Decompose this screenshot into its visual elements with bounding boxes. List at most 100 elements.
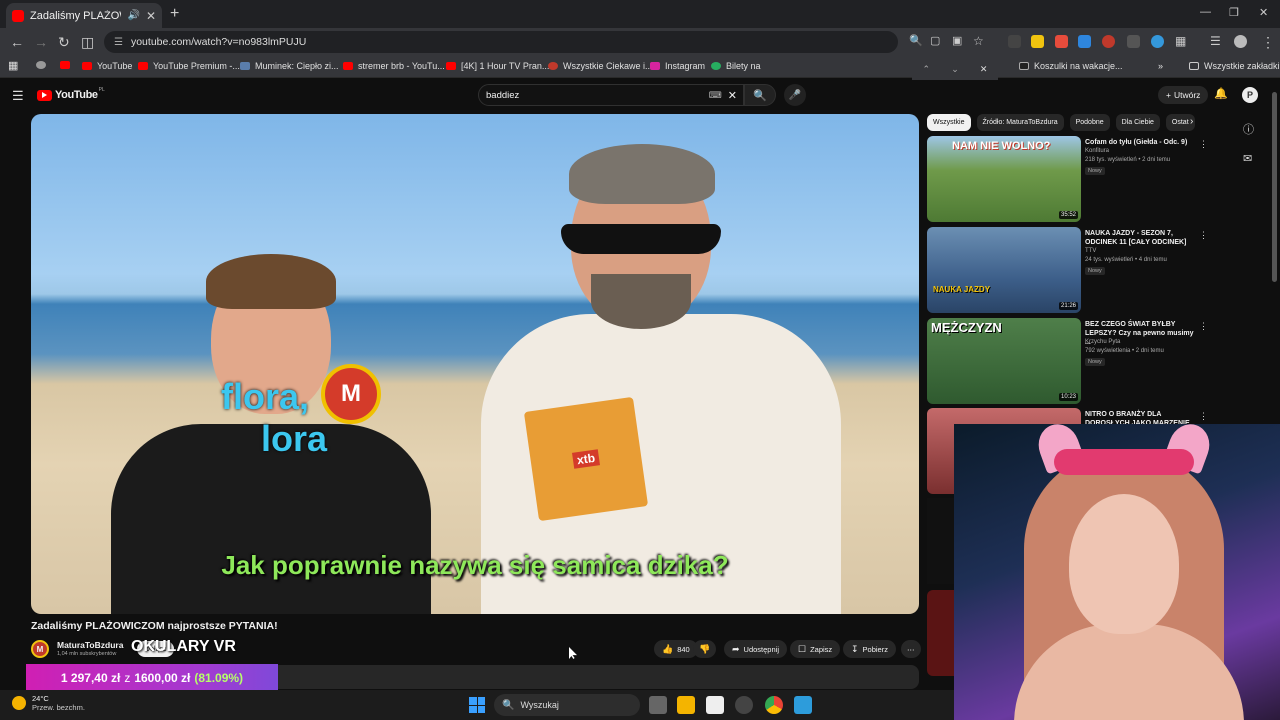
search-input[interactable]: baddiez ⌨ ✕	[478, 84, 744, 106]
extension-icon[interactable]	[1031, 35, 1044, 48]
chat-icon[interactable]: ✉	[1243, 152, 1252, 165]
bookmark-star-icon[interactable]: ☆	[973, 34, 984, 48]
bookmark-item[interactable]	[36, 61, 51, 69]
taskbar-search[interactable]: 🔍 Wyszukaj	[494, 694, 640, 716]
account-avatar[interactable]: P	[1242, 87, 1258, 103]
sun-icon	[12, 696, 26, 710]
more-vertical-icon[interactable]: ⋮	[1199, 230, 1208, 241]
create-button[interactable]: + Utwórz	[1158, 86, 1209, 104]
reload-icon[interactable]: ↻	[58, 34, 70, 51]
keyboard-icon[interactable]: ⌨	[709, 90, 722, 101]
recommended-video[interactable]: MĘŻCZYZN 10:23 BEZ CZEGO ŚWIAT BYŁBY LEP…	[927, 318, 1217, 406]
more-bookmarks-icon[interactable]: »	[1158, 61, 1163, 71]
address-bar[interactable]: ☰ youtube.com/watch?v=no983lmPUJU	[104, 31, 898, 53]
recommended-video[interactable]: NAUKA JAZDY 21:26 NAUKA JAZDY - SEZON 7,…	[927, 227, 1217, 315]
extension-icon[interactable]	[1151, 35, 1164, 48]
extension-icon[interactable]	[1078, 35, 1091, 48]
channel-name[interactable]: MaturaToBzdura	[57, 640, 123, 650]
profile-avatar-icon[interactable]	[1234, 35, 1247, 48]
close-tab-icon[interactable]: ✕	[146, 9, 156, 23]
save-button[interactable]: ☐ Zapisz	[790, 640, 841, 658]
bookmark-youtube-premium[interactable]: YouTube Premium -...	[138, 61, 240, 71]
search-button[interactable]: 🔍	[744, 84, 776, 106]
back-icon[interactable]: ←	[10, 34, 24, 50]
download-button[interactable]: ↧ Pobierz	[843, 640, 896, 658]
video-thumbnail[interactable]: NAUKA JAZDY 21:26	[927, 227, 1081, 313]
video-thumbnail[interactable]: MĘŻCZYZN 10:23	[927, 318, 1081, 404]
bookmark-instagram[interactable]: Instagram	[650, 61, 705, 71]
browser-tab-strip: Zadaliśmy PLAŻOWICZOM 🔊 ✕ + — ❐ ✕	[0, 0, 1280, 28]
channel-avatar[interactable]: M	[31, 640, 49, 658]
maximize-icon[interactable]: ❐	[1229, 6, 1239, 19]
bookmark-ciekawe[interactable]: Wszystkie Ciekawe i...	[548, 61, 653, 71]
share-button[interactable]: ➦ Udostępnij	[724, 640, 787, 658]
extension-icon[interactable]	[1055, 35, 1068, 48]
recommended-thumbnail-partial[interactable]	[927, 498, 954, 584]
minimize-icon[interactable]: —	[1200, 6, 1211, 18]
info-icon[interactable]: ⓘ	[1243, 121, 1254, 137]
recommended-thumbnail-partial[interactable]	[927, 590, 954, 676]
menu-kebab-icon[interactable]: ⋮	[1261, 34, 1275, 51]
more-vertical-icon[interactable]: ⋮	[1199, 139, 1208, 150]
bookmark-tv-prank[interactable]: [4K] 1 Hour TV Pran...	[446, 61, 549, 71]
find-bar: ⌃ ⌄ ✕	[912, 58, 998, 80]
chip-for-you[interactable]: Dla Ciebie	[1115, 114, 1160, 131]
notifications-bell-icon[interactable]: 🔔	[1214, 87, 1228, 100]
reading-mode-icon[interactable]: ◫	[81, 34, 94, 51]
chrome-icon[interactable]	[765, 696, 783, 714]
find-previous-icon[interactable]: ⌃	[923, 64, 931, 75]
video-thumbnail[interactable]: NAM NIE WOLNO? 35:52	[927, 136, 1081, 222]
extensions-puzzle-icon[interactable]: ▦	[1175, 34, 1186, 48]
app-icon[interactable]	[735, 696, 753, 714]
task-view-icon[interactable]	[649, 696, 667, 714]
url-text: youtube.com/watch?v=no983lmPUJU	[130, 36, 307, 48]
dislike-button[interactable]: 👎	[693, 640, 717, 658]
extension-icon[interactable]	[1102, 35, 1115, 48]
youtube-logo[interactable]: YouTube PL	[37, 87, 105, 101]
bookmark-stremer-brb[interactable]: stremer brb - YouTu...	[343, 61, 445, 71]
chip-similar[interactable]: Podobne	[1069, 114, 1110, 131]
hamburger-menu-icon[interactable]: ☰	[12, 88, 24, 104]
notepad-icon[interactable]	[794, 696, 812, 714]
video-player[interactable]: xtb M flora, lora Jak poprawnie nazywa s…	[31, 114, 919, 614]
like-button[interactable]: 👍 840	[654, 640, 698, 658]
site-info-icon[interactable]: ☰	[114, 37, 123, 48]
recommended-video[interactable]: NAM NIE WOLNO? 35:52 Cofam do tyłu (Gieł…	[927, 136, 1217, 224]
bookmark-koszulki[interactable]: Koszulki na wakacje...	[1019, 61, 1123, 71]
share-page-icon[interactable]: ▣	[952, 34, 962, 47]
more-vertical-icon[interactable]: ⋮	[1199, 321, 1208, 332]
file-explorer-icon[interactable]	[677, 696, 695, 714]
voice-search-button[interactable]: 🎤	[784, 84, 806, 106]
bookmark-bilety[interactable]: Bilety na	[711, 61, 761, 71]
chevron-right-icon[interactable]: ›	[1190, 116, 1193, 127]
windows-start-icon[interactable]	[469, 697, 485, 713]
scrollbar-thumb[interactable]	[1272, 92, 1277, 282]
clear-search-icon[interactable]: ✕	[728, 89, 737, 102]
extension-icon[interactable]	[1008, 35, 1021, 48]
find-close-icon[interactable]: ✕	[980, 64, 988, 75]
more-actions-button[interactable]: ⋯	[901, 640, 921, 658]
weather-widget[interactable]: 24°C Przew. bezchm.	[12, 694, 85, 712]
bookmark-item[interactable]	[60, 61, 75, 69]
install-icon[interactable]: ▢	[930, 34, 940, 47]
extension-icon[interactable]	[1127, 35, 1140, 48]
caption-overlay-words: flora, lora	[221, 376, 328, 459]
more-horizontal-icon: ⋯	[907, 644, 915, 654]
media-control-icon[interactable]: ☰	[1210, 34, 1221, 48]
bookmark-youtube[interactable]: YouTube	[82, 61, 132, 71]
new-tab-icon[interactable]: +	[170, 5, 179, 23]
bookmark-muminek[interactable]: Muminek: Ciepło zi...	[240, 61, 339, 71]
speaker-icon[interactable]: 🔊	[127, 10, 139, 21]
youtube-favicon-icon	[12, 9, 24, 22]
forward-icon[interactable]: →	[34, 34, 48, 50]
all-bookmarks[interactable]: Wszystkie zakładki	[1189, 61, 1280, 71]
close-window-icon[interactable]: ✕	[1259, 6, 1268, 19]
more-vertical-icon[interactable]: ⋮	[1199, 411, 1208, 422]
chip-source[interactable]: Źródło: MaturaToBzdura	[976, 114, 1064, 131]
apps-grid-icon[interactable]: ▦	[8, 59, 18, 72]
find-next-icon[interactable]: ⌄	[951, 64, 959, 75]
zoom-icon[interactable]: 🔍	[909, 34, 923, 47]
browser-tab[interactable]: Zadaliśmy PLAŻOWICZOM 🔊 ✕	[6, 3, 162, 28]
chip-all[interactable]: Wszystkie	[927, 114, 971, 131]
store-icon[interactable]	[706, 696, 724, 714]
